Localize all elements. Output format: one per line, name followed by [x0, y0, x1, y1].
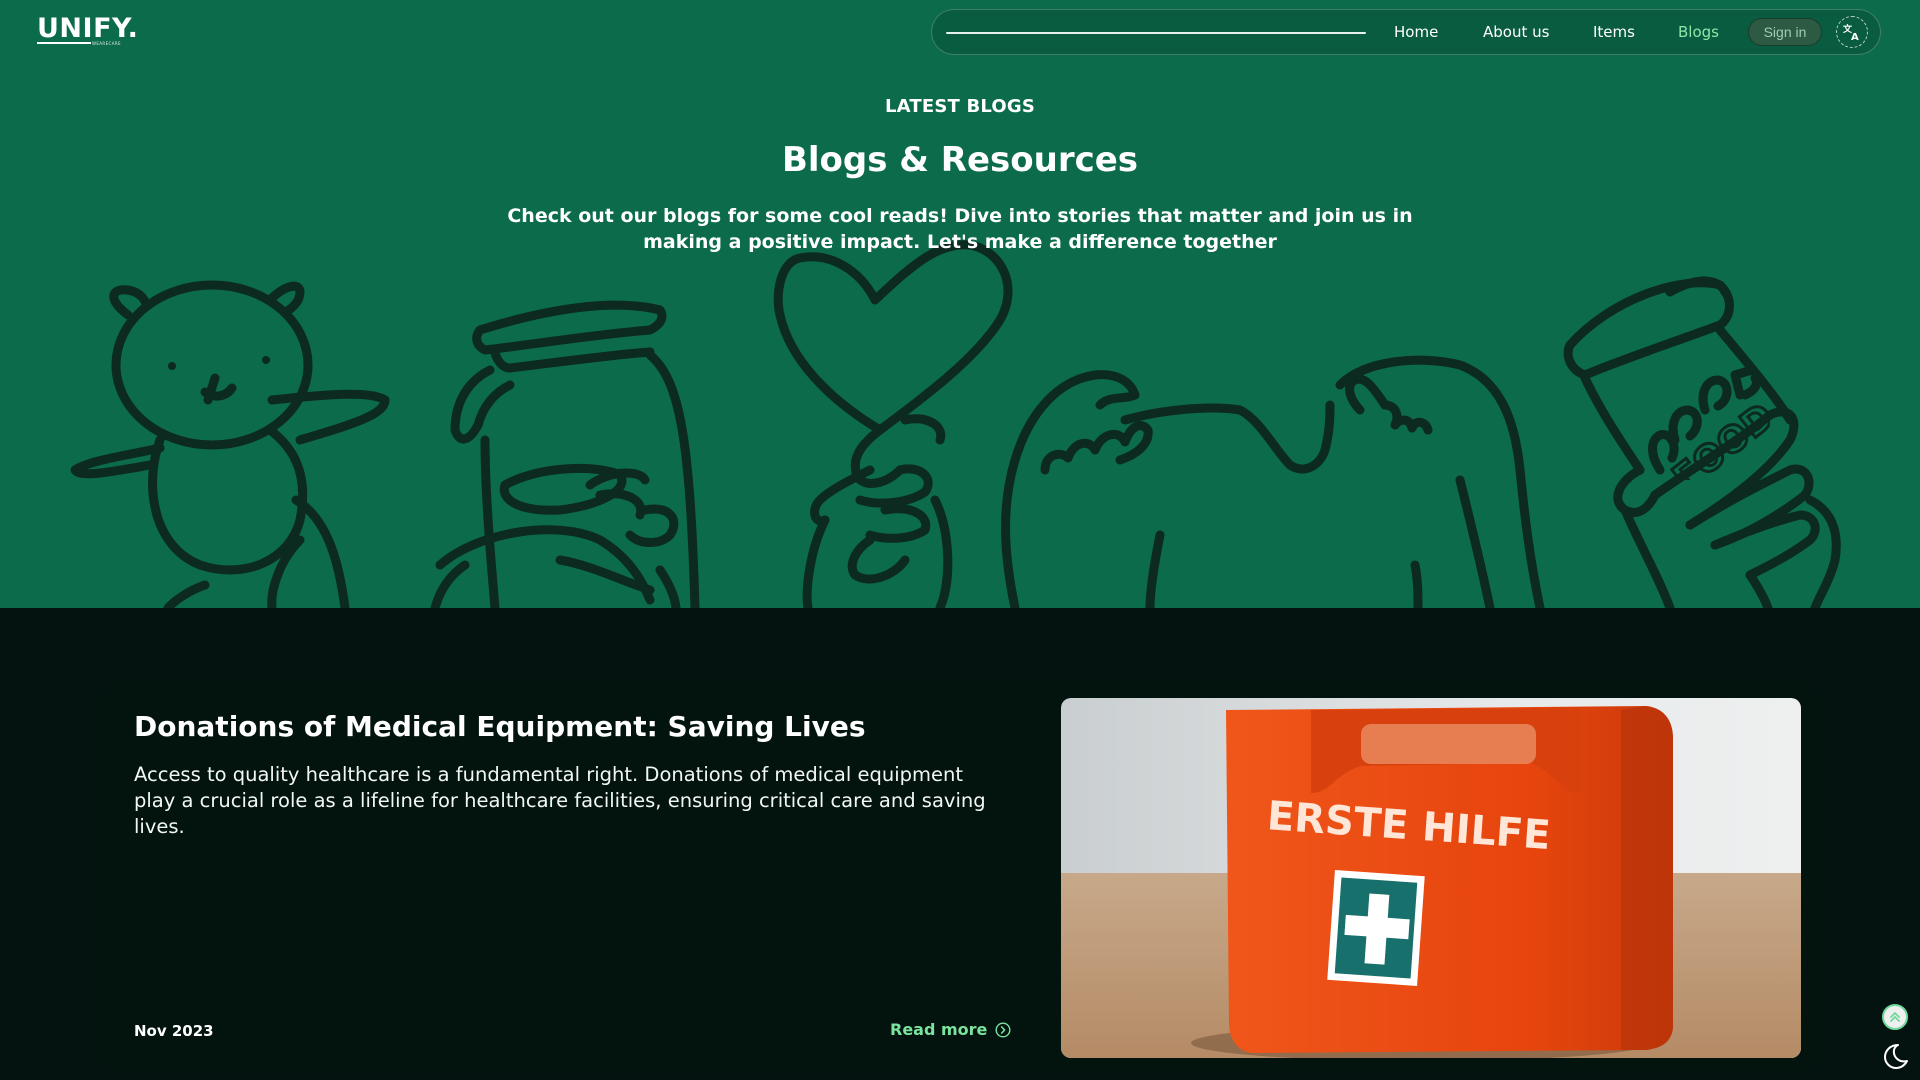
blog-card-title[interactable]: Donations of Medical Equipment: Saving L…: [134, 710, 1014, 743]
blog-card-excerpt: Access to quality healthcare is a fundam…: [134, 763, 986, 838]
svg-text:A: A: [1851, 32, 1859, 42]
nav-link-blogs[interactable]: Blogs: [1678, 23, 1719, 41]
nav-link-home[interactable]: Home: [1394, 23, 1438, 41]
hero-illustration: [70, 240, 1841, 608]
heart-doodle: [773, 240, 1013, 608]
bear-doodle: [70, 280, 390, 608]
food-can-label-text: FOOD: [1666, 396, 1770, 480]
moon-icon: [1884, 1044, 1908, 1069]
first-aid-kit-photo: ERSTE HILFE: [1061, 698, 1801, 1058]
translate-icon: 文 A: [1842, 23, 1859, 42]
chevron-right-circle-icon: [995, 1021, 1011, 1038]
nav-link-about-us[interactable]: About us: [1483, 23, 1549, 41]
language-button[interactable]: 文 A: [1836, 16, 1868, 48]
hands-doodle: [1001, 355, 1545, 608]
nav-decorative-line: [946, 32, 1366, 34]
read-more-label: Read more: [890, 1020, 988, 1039]
blog-card-image[interactable]: ERSTE HILFE: [1061, 698, 1801, 1058]
chevrons-up-icon: [1890, 1012, 1900, 1022]
read-more-link[interactable]: Read more: [890, 1020, 1011, 1039]
hero-section: UNIFY. WEARECARE Home About us Items Blo…: [0, 0, 1920, 608]
hero-description: Check out our blogs for some cool reads!…: [507, 205, 1413, 253]
nav-link-items[interactable]: Items: [1593, 23, 1635, 41]
food-can-label: FOOD: [1664, 394, 1770, 480]
brand-logo[interactable]: UNIFY.: [37, 13, 138, 44]
hero-eyebrow: LATEST BLOGS: [884, 96, 1036, 117]
blog-card-date: Nov 2023: [134, 1022, 214, 1040]
brand-tagline: WEARECARE: [92, 41, 121, 46]
blog-card[interactable]: Donations of Medical Equipment: Saving L…: [104, 684, 1816, 1074]
jar-doodle: [430, 300, 700, 608]
top-navbar: Home About us Items Blogs Sign in 文 A: [931, 9, 1881, 55]
page-title: Blogs & Resources: [781, 140, 1139, 180]
theme-toggle-button[interactable]: [1880, 1041, 1910, 1071]
scroll-to-top-button[interactable]: [1882, 1004, 1908, 1030]
sign-in-button[interactable]: Sign in: [1748, 18, 1822, 46]
